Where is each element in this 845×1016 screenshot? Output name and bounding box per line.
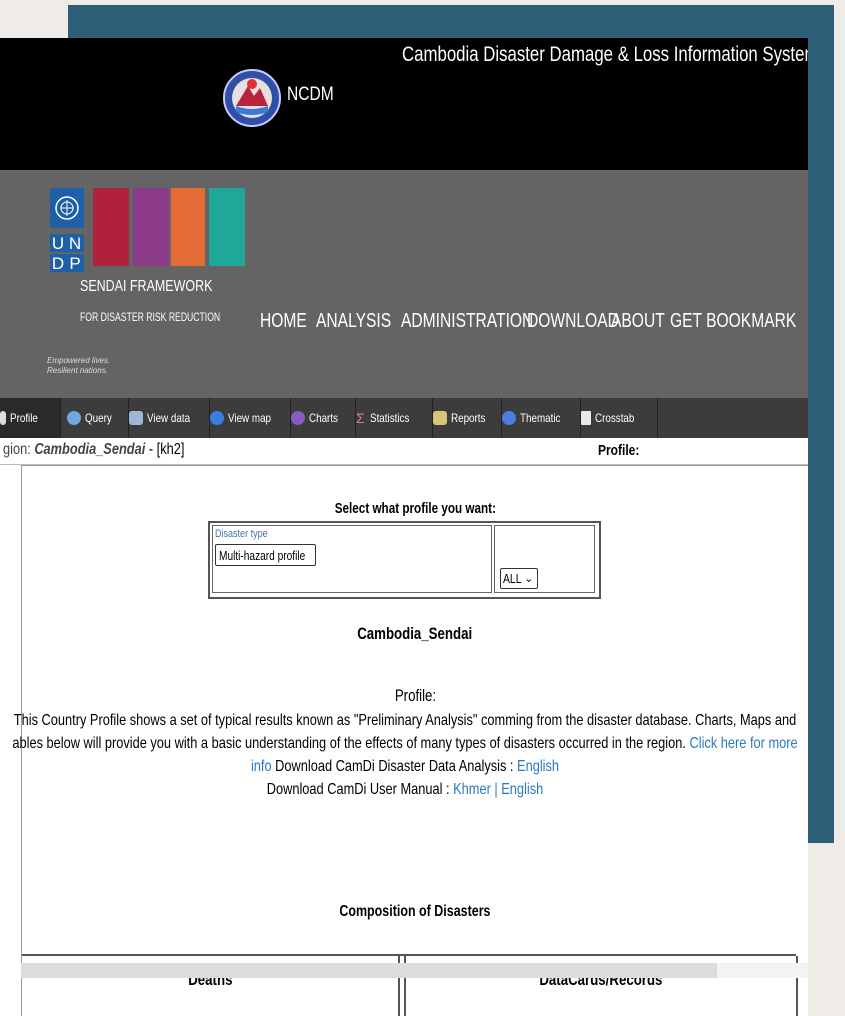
profile-description: This Country Profile shows a set of typi… [0,709,808,801]
tab-label: Thematic [520,411,561,425]
region-prefix: gion: [3,441,35,458]
scope-value: ALL [503,571,522,586]
scope-select[interactable]: ALL ⌄ [500,568,538,589]
composition-title-text: Composition of Disasters [339,903,491,920]
manual-english-link[interactable]: English [501,781,543,798]
sendai-title: SENDAI FRAMEWORK [80,278,213,295]
chevron-down-icon: ⌄ [524,573,534,585]
tab-label: View data [147,411,191,425]
select-profile-title: Select what profile you want: [22,500,808,517]
tagline-line: Empowered lives. [47,356,111,365]
region-row: gion: Cambodia_Sendai - [kh2] Profile: [0,438,808,465]
profile-label: Profile: [598,442,640,459]
profile-selector-table: Disaster type Multi-hazard profile ⌄ ALL… [208,521,601,599]
tab-label: Crosstab [595,411,635,425]
nav-about[interactable]: ABOUT [611,310,665,333]
tab-label: Charts [309,411,338,425]
org-label: NCDM [287,84,334,105]
query-icon [67,411,81,425]
tab-view-map[interactable]: View map [204,398,291,438]
nav-home[interactable]: HOME [260,310,307,333]
tab-crosstab[interactable]: Crosstab [575,398,658,438]
nav-download[interactable]: DOWNLOAD [527,310,619,333]
globe-icon [210,411,224,425]
reports-icon [433,411,447,425]
tab-view-data[interactable]: View data [123,398,210,438]
system-title: Cambodia Disaster Damage & Loss Informat… [402,43,808,66]
browser-page: NCDM Cambodia Disaster Damage & Loss Inf… [0,38,808,1016]
description-text: This Country Profile shows a set of typi… [12,712,797,752]
undp-letter: N [68,234,82,253]
download-analysis-english-link[interactable]: English [517,758,559,775]
tab-profile[interactable]: Profile [0,398,61,438]
view-data-icon [129,411,143,425]
profile-icon [0,411,6,425]
tab-label: Query [85,411,112,425]
sendai-stripe [93,188,129,266]
region-code: - [kh2] [145,441,185,458]
sigma-icon: Σ [356,410,365,426]
crosstab-icon [581,411,591,425]
region-name: Cambodia_Sendai [34,441,146,458]
sendai-stripe [171,188,205,266]
region-label: gion: Cambodia_Sendai - [kh2] [3,441,184,459]
tab-label: Statistics [370,411,410,425]
tool-tabs-bar: Profile Query View data View map Charts … [0,398,808,438]
nav-administration[interactable]: ADMINISTRATION [401,310,533,333]
region-title-text: Cambodia_Sendai [357,624,473,643]
disaster-type-value: Multi-hazard profile [219,547,306,563]
tab-label: View map [228,411,272,425]
select-profile-title-text: Select what profile you want: [334,500,496,517]
tagline-line: Resilient nations. [47,366,108,375]
undp-letter: P [69,254,81,273]
tab-label: Reports [451,411,486,425]
sendai-stripe [209,188,245,266]
thematic-icon [502,411,516,425]
manual-separator: | [494,781,498,798]
tab-query[interactable]: Query [61,398,129,438]
main-nav: HOME ANALYSIS ADMINISTRATION DOWNLOAD AB… [260,310,796,333]
scope-cell: ALL ⌄ [494,525,595,593]
tab-thematic[interactable]: Thematic [496,398,581,438]
region-title: Cambodia_Sendai [22,624,808,644]
disaster-type-select[interactable]: Multi-hazard profile ⌄ [215,544,316,566]
sendai-subtitle: FOR DISASTER RISK REDUCTION [80,310,221,324]
composition-title: Composition of Disasters [22,903,808,921]
profile-heading: Profile: [22,686,808,706]
download-analysis-label: Download CamDi Disaster Data Analysis : [275,758,514,775]
profile-content: Select what profile you want: Disaster t… [12,465,808,1016]
ncdm-logo [223,69,281,127]
nav-analysis[interactable]: ANALYSIS [316,310,391,333]
profile-heading-text: Profile: [394,686,436,705]
sendai-stripe [133,188,169,266]
tab-reports[interactable]: Reports [427,398,502,438]
charts-icon [291,411,305,425]
undp-letter: U [51,234,65,253]
scrollbar-track[interactable] [717,963,808,978]
download-manual-label: Download CamDi User Manual : [266,781,450,798]
manual-khmer-link[interactable]: Khmer [453,781,491,798]
site-header: NCDM Cambodia Disaster Damage & Loss Inf… [0,38,808,170]
disaster-type-cell: Disaster type Multi-hazard profile ⌄ [212,525,492,593]
nav-get-bookmark[interactable]: GET BOOKMARK [670,310,796,333]
undp-letter: D [51,254,65,273]
horizontal-scrollbar[interactable] [21,963,717,978]
un-emblem-icon [50,188,84,228]
disaster-type-label: Disaster type [215,528,268,540]
tab-label: Profile [10,411,38,425]
tab-charts[interactable]: Charts [285,398,356,438]
undp-tagline: Empowered lives. Resilient nations. [47,356,110,376]
tab-statistics[interactable]: Σ Statistics [350,398,433,438]
brand-band: U N D P SENDAI FRAMEWORK FOR DISASTER RI… [0,170,808,398]
